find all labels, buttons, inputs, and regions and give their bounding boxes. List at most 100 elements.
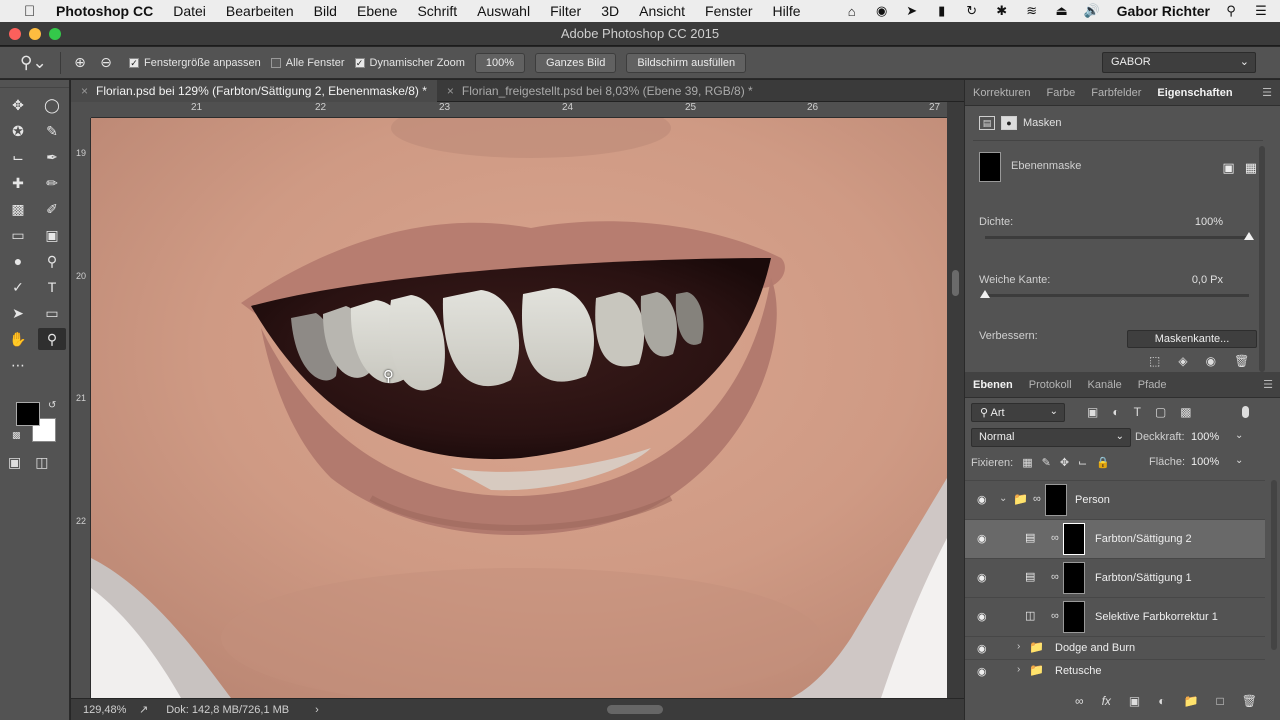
foreground-color-swatch[interactable]	[16, 402, 40, 426]
tab-pfade[interactable]: Pfade	[1130, 379, 1175, 391]
default-colors-icon[interactable]: ▩	[12, 430, 21, 441]
slider-knob[interactable]	[980, 290, 990, 298]
home-icon[interactable]: ⌂	[843, 4, 861, 19]
mask-edge-button[interactable]: Maskenkante...	[1127, 330, 1257, 348]
panel-grip[interactable]	[0, 80, 69, 88]
chevron-down-icon[interactable]: ⌄	[999, 493, 1007, 504]
filter-smart-object-icon[interactable]: ▩	[1180, 405, 1191, 419]
eraser-tool-icon[interactable]: ▭	[4, 224, 32, 246]
layer-row-person[interactable]: ◉ ⌄ 📁 ∞ Person	[965, 480, 1265, 519]
menu-auswahl[interactable]: Auswahl	[477, 3, 530, 19]
dynamic-zoom-checkbox[interactable]: ✓ Dynamischer Zoom	[354, 57, 465, 69]
document-canvas[interactable]: ⚲ ✿	[91, 118, 947, 698]
layer-row-hue-saturation-2[interactable]: ◉ ▤ ∞ Farbton/Sättigung 2	[965, 519, 1265, 558]
visibility-eye-icon[interactable]: ◉	[977, 642, 987, 655]
new-adjustment-layer-icon[interactable]: ◐	[1158, 694, 1165, 708]
filter-pixel-icon[interactable]: ▣	[1087, 405, 1098, 419]
more-tools-icon[interactable]: ⋯	[4, 354, 32, 376]
feather-value[interactable]: 0,0 Px	[1192, 274, 1223, 286]
layer-mask-thumbnail[interactable]	[1063, 523, 1085, 555]
fill-value[interactable]: 100%	[1191, 456, 1219, 468]
apple-menu-icon[interactable]: 	[24, 3, 42, 20]
filter-type-icon[interactable]: T	[1134, 405, 1141, 419]
layer-row-retusche[interactable]: ◉ › 📁 Retusche	[965, 659, 1265, 682]
menu-ebene[interactable]: Ebene	[357, 3, 397, 19]
screen-mode-icon[interactable]: ◫	[35, 454, 48, 471]
menu-datei[interactable]: Datei	[173, 3, 206, 19]
all-windows-checkbox[interactable]: Alle Fenster	[270, 57, 345, 69]
camera-icon[interactable]: ◉	[873, 3, 891, 19]
chevron-down-icon[interactable]: ⌄	[1235, 455, 1243, 466]
history-brush-tool-icon[interactable]: ✐	[38, 198, 66, 220]
trash-icon[interactable]: 🗑	[1242, 694, 1257, 708]
link-icon[interactable]: ∞	[1051, 571, 1059, 583]
volume-icon[interactable]: 🔊	[1083, 3, 1101, 19]
layer-mask-thumbnail[interactable]	[1063, 601, 1085, 633]
layer-name[interactable]: Dodge and Burn	[1055, 642, 1135, 654]
lock-pixels-icon[interactable]: ✎	[1042, 456, 1051, 469]
mask-properties-icon[interactable]: ●	[1001, 116, 1017, 130]
layer-name[interactable]: Retusche	[1055, 665, 1101, 677]
close-icon[interactable]: ×	[447, 84, 454, 98]
lock-all-icon[interactable]: 🔒	[1096, 456, 1110, 469]
properties-scrollbar[interactable]	[1259, 146, 1265, 372]
visibility-eye-icon[interactable]: ◉	[1206, 354, 1216, 368]
visibility-eye-icon[interactable]: ◉	[977, 610, 987, 623]
send-icon[interactable]: ➤	[903, 3, 921, 19]
blend-mode-select[interactable]: Normal ⌄	[971, 428, 1131, 447]
chevron-right-icon[interactable]: ›	[1017, 664, 1020, 675]
layer-kind-filter[interactable]: ⚲ Art ⌄	[971, 402, 1065, 422]
lasso-tool-icon[interactable]: ✪	[4, 120, 32, 142]
visibility-eye-icon[interactable]: ◉	[977, 665, 987, 678]
quick-mask-icon[interactable]: ▣	[8, 454, 21, 471]
menu-fenster[interactable]: Fenster	[705, 3, 752, 19]
crop-tool-icon[interactable]: ⌙	[4, 146, 32, 168]
filter-toggle-icon[interactable]	[1242, 406, 1249, 418]
horizontal-ruler[interactable]: 21 22 23 24 25 26 27	[91, 102, 947, 118]
quick-selection-tool-icon[interactable]: ✎	[38, 120, 66, 142]
menu-bild[interactable]: Bild	[314, 3, 337, 19]
notification-list-icon[interactable]: ☰	[1252, 3, 1270, 19]
layer-name[interactable]: Selektive Farbkorrektur 1	[1095, 611, 1218, 623]
minimize-window-button[interactable]	[29, 28, 41, 40]
move-tool-icon[interactable]: ✥	[4, 94, 32, 116]
export-icon[interactable]: ↗	[139, 703, 148, 716]
status-menu-arrow[interactable]: ›	[315, 704, 319, 716]
hand-tool-icon[interactable]: ✋	[4, 328, 32, 350]
apply-mask-icon[interactable]: ◈	[1178, 354, 1187, 368]
zoom-100-button[interactable]: 100%	[474, 52, 525, 73]
fit-window-checkbox[interactable]: ✓ Fenstergröße anpassen	[129, 57, 261, 69]
feather-slider[interactable]	[980, 290, 1249, 298]
vertical-ruler[interactable]: 19 20 21 22	[71, 118, 91, 698]
panel-menu-icon[interactable]: ☰	[1262, 86, 1272, 99]
tab-farbfelder[interactable]: Farbfelder	[1083, 87, 1149, 99]
layer-style-fx-icon[interactable]: fx	[1102, 694, 1111, 708]
link-icon[interactable]: ∞	[1033, 493, 1041, 505]
tab-korrekturen[interactable]: Korrekturen	[965, 87, 1038, 99]
type-tool-icon[interactable]: T	[38, 276, 66, 298]
trash-icon[interactable]: 🗑	[1234, 354, 1249, 368]
canvas-vertical-scrollbar[interactable]	[947, 102, 964, 698]
menu-3d[interactable]: 3D	[601, 3, 619, 19]
zoom-in-icon[interactable]: ⊕	[67, 54, 93, 71]
lock-artboard-icon[interactable]: ⌙	[1078, 456, 1087, 469]
path-selection-tool-icon[interactable]: ➤	[4, 302, 32, 324]
bluetooth-icon[interactable]: ✱	[993, 3, 1011, 19]
zoom-level[interactable]: 129,48%	[83, 704, 139, 716]
brush-tool-icon[interactable]: ✏	[38, 172, 66, 194]
layer-row-hue-saturation-1[interactable]: ◉ ▤ ∞ Farbton/Sättigung 1	[965, 558, 1265, 597]
close-window-button[interactable]	[9, 28, 21, 40]
tab-florian[interactable]: × Florian.psd bei 129% (Farbton/Sättigun…	[71, 80, 437, 102]
visibility-eye-icon[interactable]: ◉	[977, 571, 987, 584]
layer-name[interactable]: Farbton/Sättigung 2	[1095, 533, 1192, 545]
rectangle-tool-icon[interactable]: ▭	[38, 302, 66, 324]
layer-mask-thumbnail[interactable]	[1045, 484, 1067, 516]
menu-schrift[interactable]: Schrift	[417, 3, 457, 19]
layers-scrollbar[interactable]	[1271, 480, 1277, 650]
tab-kanaele[interactable]: Kanäle	[1080, 379, 1130, 391]
fit-screen-button[interactable]: Ganzes Bild	[535, 52, 617, 73]
menu-hilfe[interactable]: Hilfe	[773, 3, 801, 19]
user-name[interactable]: Gabor Richter	[1117, 3, 1210, 19]
eject-icon[interactable]: ⏏	[1053, 3, 1071, 19]
spotlight-search-icon[interactable]: ⚲	[1222, 3, 1240, 19]
